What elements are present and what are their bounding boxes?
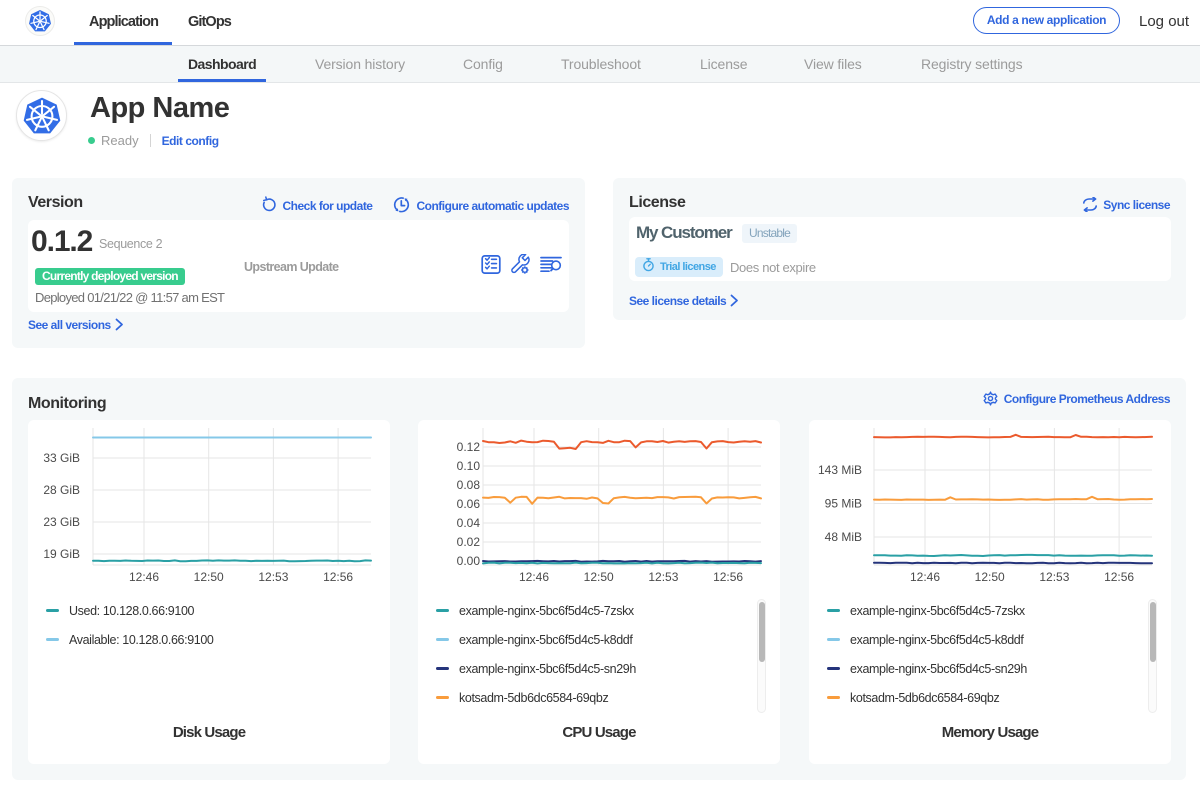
- svg-text:12:50: 12:50: [975, 570, 1005, 584]
- svg-text:23 GiB: 23 GiB: [43, 515, 80, 529]
- svg-text:95 MiB: 95 MiB: [825, 497, 862, 511]
- svg-text:0.06: 0.06: [457, 497, 481, 511]
- svg-text:33 GiB: 33 GiB: [43, 451, 80, 465]
- svg-text:12:56: 12:56: [1104, 570, 1134, 584]
- svg-text:28 GiB: 28 GiB: [43, 483, 80, 497]
- svg-text:143 MiB: 143 MiB: [818, 463, 862, 477]
- svg-text:12:53: 12:53: [1039, 570, 1069, 584]
- svg-text:12:56: 12:56: [713, 570, 743, 584]
- svg-text:0.12: 0.12: [457, 440, 481, 454]
- svg-text:48 MiB: 48 MiB: [825, 530, 862, 544]
- svg-text:12:56: 12:56: [323, 570, 353, 584]
- svg-text:0.08: 0.08: [457, 478, 481, 492]
- svg-text:12:50: 12:50: [194, 570, 224, 584]
- svg-text:12:53: 12:53: [258, 570, 288, 584]
- svg-text:19 GiB: 19 GiB: [43, 547, 80, 561]
- svg-text:0.04: 0.04: [457, 516, 481, 530]
- svg-text:12:53: 12:53: [648, 570, 678, 584]
- svg-text:0.02: 0.02: [457, 535, 481, 549]
- svg-text:12:46: 12:46: [519, 570, 549, 584]
- svg-text:12:50: 12:50: [584, 570, 614, 584]
- svg-text:12:46: 12:46: [129, 570, 159, 584]
- svg-text:12:46: 12:46: [910, 570, 940, 584]
- svg-text:0.00: 0.00: [457, 554, 481, 568]
- svg-text:0.10: 0.10: [457, 459, 481, 473]
